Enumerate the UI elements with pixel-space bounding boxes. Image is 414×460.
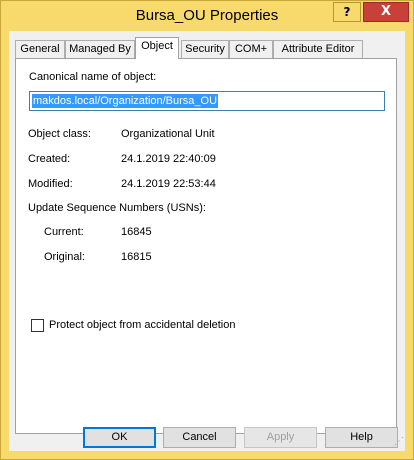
modified-value: 24.1.2019 22:53:44: [121, 178, 216, 190]
tab-managed-by[interactable]: Managed By: [65, 40, 135, 58]
resize-grip-icon[interactable]: ⋰: [392, 436, 404, 448]
created-value: 24.1.2019 22:40:09: [121, 153, 216, 165]
apply-button[interactable]: Apply: [244, 427, 317, 448]
canonical-name-label: Canonical name of object:: [29, 71, 157, 83]
canonical-name-field[interactable]: makdos.local/Organization/Bursa_OU: [29, 91, 385, 111]
tab-security[interactable]: Security: [181, 40, 229, 58]
help-button[interactable]: Help: [325, 427, 398, 448]
cancel-button[interactable]: Cancel: [163, 427, 236, 448]
help-titlebar-button[interactable]: ?: [333, 2, 361, 22]
usn-original-value: 16815: [121, 251, 152, 263]
created-label: Created:: [28, 153, 71, 165]
usn-label: Update Sequence Numbers (USNs):: [28, 202, 206, 214]
modified-label: Modified:: [28, 178, 73, 190]
object-tab-panel: Canonical name of object:: [15, 58, 397, 434]
canonical-name-value: makdos.local/Organization/Bursa_OU: [32, 94, 219, 108]
protect-deletion-label[interactable]: Protect object from accidental deletion: [49, 319, 236, 331]
title-bar[interactable]: Bursa_OU Properties ? X: [1, 1, 413, 31]
object-class-label: Object class:: [28, 128, 91, 140]
usn-original-label: Original:: [44, 251, 85, 263]
properties-dialog: Bursa_OU Properties ? X General Managed …: [0, 0, 414, 460]
protect-deletion-checkbox[interactable]: [31, 319, 44, 332]
usn-current-label: Current:: [44, 226, 84, 238]
tab-general[interactable]: General: [15, 40, 65, 58]
tab-object[interactable]: Object: [135, 37, 179, 59]
usn-current-value: 16845: [121, 226, 152, 238]
object-class-value: Organizational Unit: [121, 128, 215, 140]
dialog-client-area: General Managed By Object Security COM+ …: [9, 31, 405, 451]
close-button[interactable]: X: [363, 2, 409, 22]
tab-attribute-editor[interactable]: Attribute Editor: [273, 40, 363, 58]
tab-com-plus[interactable]: COM+: [229, 40, 273, 58]
ok-button[interactable]: OK: [83, 427, 156, 448]
